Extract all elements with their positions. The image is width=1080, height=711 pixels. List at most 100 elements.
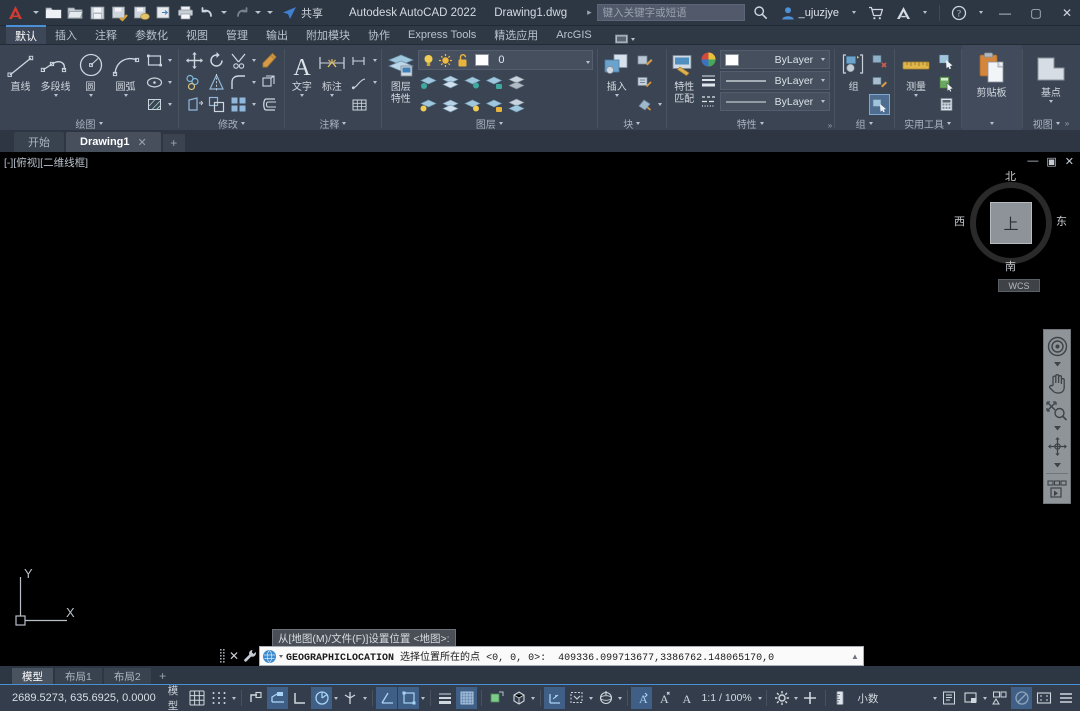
- ribbon-tab-annotate[interactable]: 注释: [86, 25, 126, 44]
- close-button[interactable]: ✕: [1054, 0, 1080, 26]
- ortho-mode-toggle[interactable]: [289, 687, 310, 709]
- 3d-snap-dropdown-icon[interactable]: [530, 687, 536, 709]
- steering-wheel-dropdown-icon[interactable]: [1053, 361, 1061, 368]
- tool-move[interactable]: [184, 50, 205, 71]
- command-line-customize-icon[interactable]: [241, 649, 259, 663]
- ribbon-minimize-button[interactable]: [609, 34, 641, 44]
- trim-dropdown-icon[interactable]: [250, 50, 258, 71]
- tool-fillet[interactable]: [228, 72, 249, 93]
- tool-text[interactable]: A 文字: [289, 49, 315, 97]
- qat-undo-icon[interactable]: [196, 0, 218, 26]
- tool-hatch[interactable]: [144, 94, 165, 115]
- qat-save-icon[interactable]: [86, 0, 108, 26]
- customization-menu-icon[interactable]: [1055, 687, 1076, 709]
- units-dropdown[interactable]: 小数: [851, 691, 938, 706]
- tool-dimension[interactable]: 标注: [317, 49, 347, 97]
- tool-stretch[interactable]: [184, 94, 205, 115]
- customize-plus-icon[interactable]: [800, 687, 821, 709]
- viewport-minimize-icon[interactable]: —: [1027, 155, 1038, 168]
- tool-trim[interactable]: [228, 50, 249, 71]
- snap-dropdown-icon[interactable]: [231, 687, 237, 709]
- lineweight-dropdown[interactable]: ByLayer: [720, 71, 831, 90]
- pan-icon[interactable]: [1045, 370, 1069, 395]
- viewcube-south-label[interactable]: 南: [1005, 258, 1016, 274]
- fillet-dropdown-icon[interactable]: [250, 72, 258, 93]
- isometric-drafting-toggle[interactable]: [340, 687, 361, 709]
- qat-open-file-icon[interactable]: [64, 0, 86, 26]
- circle-dropdown-icon[interactable]: [88, 94, 93, 97]
- doc-tab-drawing1[interactable]: Drawing1 ✕: [66, 132, 161, 152]
- workspace-switching-icon[interactable]: [771, 687, 792, 709]
- object-color-dropdown[interactable]: ByLayer: [720, 50, 831, 69]
- create-block-dropdown-icon[interactable]: [656, 94, 664, 115]
- drawing-canvas[interactable]: [-][俯视][二维线框] — ▣ ✕ 上 北 南 西 东 WCS Y X 从[…: [0, 152, 1080, 671]
- autocad-logo-icon[interactable]: [0, 0, 30, 26]
- layout-tab-model[interactable]: 模型: [12, 668, 53, 684]
- polyline-dropdown-icon[interactable]: [53, 94, 58, 97]
- panel-block-title[interactable]: 块: [598, 116, 666, 131]
- lineweight-arrow-icon[interactable]: [817, 79, 829, 82]
- doc-tab-close-icon[interactable]: ✕: [138, 136, 147, 149]
- hatch-dropdown-icon[interactable]: [166, 94, 174, 115]
- panel-groups-title[interactable]: 组: [835, 116, 894, 131]
- linetype-dropdown[interactable]: ByLayer: [720, 92, 831, 111]
- panel-clipboard-title[interactable]: [962, 116, 1022, 130]
- tool-array[interactable]: [228, 94, 249, 115]
- panel-modify-title[interactable]: 修改: [178, 116, 284, 131]
- layout-tab-layout2[interactable]: 布局2: [103, 668, 151, 684]
- ribbon-tab-featured-apps[interactable]: 精选应用: [485, 25, 547, 44]
- layer-isolate[interactable]: [418, 72, 439, 93]
- autodesk-app-icon[interactable]: [892, 0, 914, 26]
- gizmo-toggle[interactable]: [595, 687, 616, 709]
- doc-tab-start[interactable]: 开始: [14, 132, 64, 152]
- properties-dialog-launcher[interactable]: »: [828, 121, 832, 130]
- transparency-toggle[interactable]: [456, 687, 478, 709]
- auto-scale-toggle[interactable]: A: [653, 687, 674, 709]
- ribbon-tab-collaborate[interactable]: 协作: [359, 25, 399, 44]
- panel-modify-expand-icon[interactable]: [240, 121, 245, 125]
- panel-view-title[interactable]: 视图 »: [1022, 116, 1080, 131]
- qat-open-from-cloud-icon[interactable]: [152, 0, 174, 26]
- insert-dropdown-icon[interactable]: [614, 94, 619, 97]
- tool-ellipse[interactable]: [144, 72, 165, 93]
- panel-properties-title[interactable]: 特性 »: [666, 116, 834, 131]
- selection-filtering-toggle[interactable]: [566, 687, 587, 709]
- tool-circle[interactable]: 圆: [74, 49, 107, 97]
- tool-paste[interactable]: 剪贴板: [966, 49, 1018, 99]
- panel-layers-title[interactable]: 图层: [381, 116, 597, 131]
- text-dropdown-icon[interactable]: [299, 94, 304, 97]
- command-expand-icon[interactable]: ▲: [850, 652, 860, 661]
- viewport-close-icon[interactable]: ✕: [1065, 155, 1074, 168]
- autodesk-app-dropdown-icon[interactable]: [919, 0, 931, 26]
- rectangle-dropdown-icon[interactable]: [166, 50, 174, 71]
- polar-tracking-toggle[interactable]: [311, 687, 333, 709]
- command-line-close-icon[interactable]: ✕: [227, 649, 241, 663]
- multileader-dropdown-icon[interactable]: [371, 50, 379, 71]
- object-snap-tracking-toggle[interactable]: [376, 687, 398, 709]
- panel-properties-expand-icon[interactable]: [759, 121, 764, 125]
- lineweight-toggle[interactable]: [434, 687, 455, 709]
- isolate-dropdown-icon[interactable]: [982, 687, 988, 709]
- infer-constraints-toggle[interactable]: [245, 687, 266, 709]
- tool-scale[interactable]: [206, 94, 227, 115]
- layer-unisolate[interactable]: [440, 72, 461, 93]
- zoom-icon[interactable]: [1045, 398, 1069, 423]
- panel-groups-expand-icon[interactable]: [868, 121, 873, 125]
- zoom-dropdown-icon[interactable]: [1053, 425, 1061, 432]
- measure-dropdown-icon[interactable]: [914, 94, 919, 97]
- panel-annotation-title[interactable]: 注释: [285, 116, 381, 131]
- orbit-dropdown-icon[interactable]: [1053, 462, 1061, 469]
- tool-mirror[interactable]: [206, 72, 227, 93]
- model-space-indicator[interactable]: 模型: [165, 685, 186, 711]
- doc-tab-add-button[interactable]: +: [162, 134, 185, 152]
- layer-freeze[interactable]: [462, 72, 483, 93]
- layer-turn-on[interactable]: [418, 95, 439, 116]
- ribbon-tab-insert[interactable]: 插入: [46, 25, 86, 44]
- panel-annotation-expand-icon[interactable]: [342, 121, 347, 125]
- search-icon[interactable]: [750, 0, 772, 26]
- panel-view-expand-icon[interactable]: [1055, 121, 1060, 125]
- viewcube-east-label[interactable]: 东: [1056, 213, 1067, 229]
- linetype-arrow-icon[interactable]: [817, 100, 829, 103]
- qat-save-to-cloud-icon[interactable]: [130, 0, 152, 26]
- layer-dropdown-arrow-icon[interactable]: [586, 51, 591, 69]
